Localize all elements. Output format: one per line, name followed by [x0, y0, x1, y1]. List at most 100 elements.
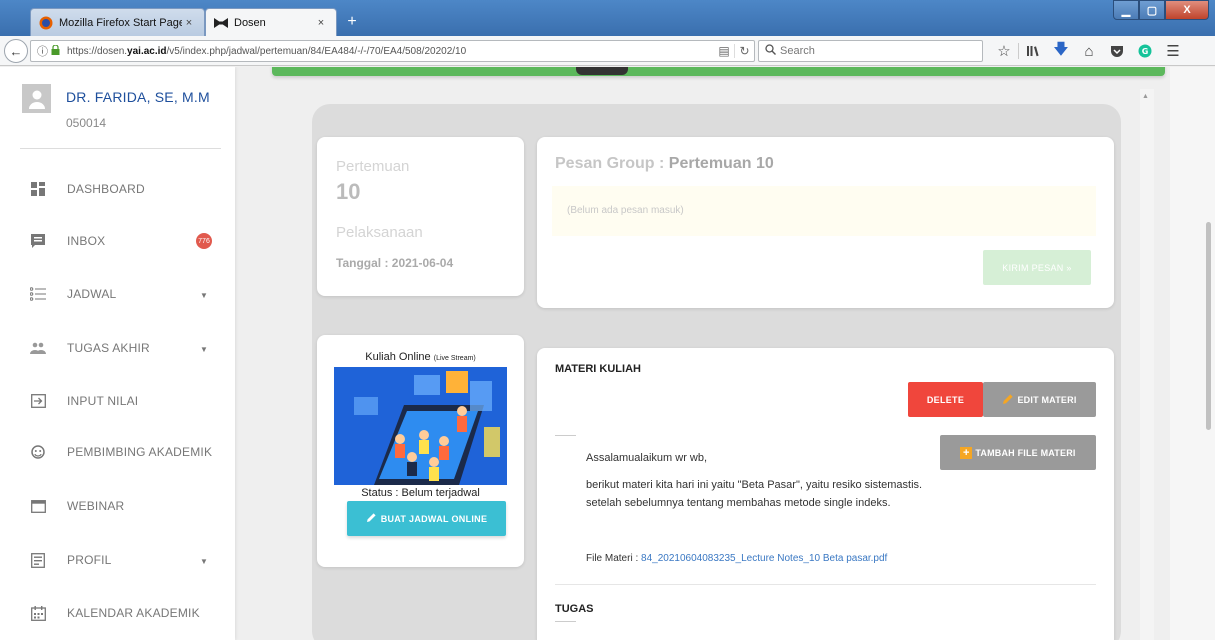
tab-title: Dosen [234, 16, 266, 29]
tab-close-icon[interactable]: × [182, 17, 196, 29]
divider [555, 435, 576, 436]
bowtie-icon [214, 16, 228, 30]
svg-text:G: G [1142, 47, 1149, 56]
browser-toolbar: ☆ 🡇 ⌂ G ☰ [990, 40, 1187, 62]
menu-icon[interactable]: ☰ [1159, 40, 1187, 62]
meeting-info-card: Pertemuan 10 Pelaksanaan Tanggal : 2021-… [317, 137, 524, 296]
tab-close-icon[interactable]: × [314, 17, 328, 29]
sidebar-item-label: DASHBOARD [67, 182, 145, 196]
course-material-card: MATERI KULIAH DELETE EDIT MATERI + TAMBA… [537, 348, 1114, 640]
inner-scrollbar[interactable]: ▲ [1140, 89, 1154, 640]
grammarly-icon[interactable]: G [1131, 40, 1159, 62]
sidebar-item-label: INPUT NILAI [67, 394, 139, 408]
plus-icon: + [960, 446, 973, 459]
meeting-label: Pertemuan [336, 158, 410, 175]
online-status: Status : Belum terjadwal [361, 487, 480, 499]
material-file: File Materi : 84_20210604083235_Lecture … [586, 553, 888, 564]
sidebar-item-label: JADWAL [67, 287, 117, 301]
sidebar-item-profil[interactable]: PROFIL ▼ [0, 542, 235, 578]
reader-view-icon[interactable]: ▤ [714, 44, 734, 58]
library-icon[interactable] [1019, 40, 1047, 62]
divider [555, 621, 576, 622]
sidebar-item-label: INBOX [67, 234, 106, 248]
firefox-icon [39, 16, 53, 30]
pocket-icon[interactable] [1103, 40, 1131, 62]
window-controls: ▁ ▢ X [1113, 0, 1209, 20]
lock-icon[interactable] [51, 43, 63, 58]
maximize-button[interactable]: ▢ [1139, 0, 1165, 20]
material-file-link[interactable]: 84_20210604083235_Lecture Notes_10 Beta … [641, 553, 887, 564]
execution-label: Pelaksanaan [336, 224, 423, 241]
online-title: Kuliah Online (Live Stream) [365, 351, 476, 363]
arrow-left-icon: ← [9, 43, 23, 59]
inbox-count-badge: 776 [196, 233, 212, 249]
sidebar-item-label: KALENDAR AKADEMIK [67, 606, 200, 620]
top-header-bar [272, 67, 1165, 76]
chevron-down-icon: ▼ [200, 557, 208, 566]
sidebar-item-label: TUGAS AKHIR [67, 341, 150, 355]
face-icon [30, 444, 46, 460]
meeting-date: Tanggal : 2021-06-04 [336, 256, 454, 270]
sidebar-item-dashboard[interactable]: DASHBOARD [0, 171, 235, 207]
calendar-icon [30, 605, 46, 621]
profile-icon [30, 552, 46, 568]
avatar [22, 84, 51, 113]
reload-icon[interactable]: ↻ [734, 44, 754, 58]
search-icon [765, 44, 776, 58]
sidebar-item-label: WEBINAR [67, 499, 125, 513]
chevron-down-icon: ▼ [200, 291, 208, 300]
star-icon[interactable]: ☆ [990, 40, 1018, 62]
add-material-file-button[interactable]: + TAMBAH FILE MATERI [940, 435, 1096, 470]
sidebar-item-tugas-akhir[interactable]: TUGAS AKHIR ▼ [0, 330, 235, 366]
tab-title: Mozilla Firefox Start Page [59, 16, 182, 29]
scroll-up-icon[interactable]: ▲ [1142, 93, 1149, 100]
edit-material-button[interactable]: EDIT MATERI [983, 382, 1096, 417]
webinar-icon [30, 498, 46, 514]
home-icon[interactable]: ⌂ [1075, 40, 1103, 62]
page: Pertemuan 10 Pelaksanaan Tanggal : 2021-… [0, 67, 1215, 640]
sidebar-item-input-nilai[interactable]: INPUT NILAI [0, 383, 235, 419]
online-class-illustration [334, 367, 507, 485]
url-text[interactable]: https://dosen.yai.ac.id/v5/index.php/jad… [67, 46, 714, 57]
sidebar-item-inbox[interactable]: INBOX 776 [0, 223, 235, 259]
group-message-card: Pesan Group : Pertemuan 10 (Belum ada pe… [537, 137, 1114, 308]
sidebar-item-label: PROFIL [67, 553, 112, 567]
minimize-button[interactable]: ▁ [1113, 0, 1139, 20]
tugas-title: TUGAS [555, 603, 594, 615]
create-online-schedule-button[interactable]: BUAT JADWAL ONLINE [347, 501, 506, 536]
material-body-line2: setelah sebelumnya tentang membahas meto… [586, 497, 891, 509]
pencil-icon [1002, 393, 1014, 407]
delete-material-button[interactable]: DELETE [908, 382, 983, 417]
pencil-icon [366, 512, 377, 525]
tab-firefox-start[interactable]: Mozilla Firefox Start Page × [30, 8, 205, 36]
list-icon [30, 286, 46, 302]
sidebar: DR. FARIDA, SE, M.M 050014 DASHBOARD INB… [0, 67, 235, 640]
search-placeholder: Search [780, 45, 815, 57]
page-scrollbar-thumb[interactable] [1206, 222, 1211, 430]
browser-navbar: ← ⓘ https://dosen.yai.ac.id/v5/index.php… [0, 36, 1215, 66]
user-id: 050014 [66, 116, 107, 130]
material-greeting: Assalamualaikum wr wb, [586, 452, 708, 464]
sidebar-item-label: PEMBIMBING AKADEMIK [67, 445, 213, 459]
info-icon[interactable]: ⓘ [37, 43, 51, 59]
send-message-button[interactable]: KIRIM PESAN » [983, 250, 1091, 285]
chevron-down-icon: ▼ [200, 345, 208, 354]
online-class-card: Kuliah Online (Live Stream) Status : Bel… [317, 335, 524, 567]
download-icon[interactable]: 🡇 [1047, 40, 1075, 62]
empty-message: (Belum ada pesan masuk) [567, 205, 684, 216]
inbox-icon [30, 233, 46, 249]
sidebar-divider [20, 148, 221, 149]
url-bar[interactable]: ⓘ https://dosen.yai.ac.id/v5/index.php/j… [30, 40, 755, 62]
close-window-button[interactable]: X [1165, 0, 1209, 20]
tab-dosen[interactable]: Dosen × [205, 8, 337, 36]
input-icon [30, 393, 46, 409]
sidebar-item-pembimbing-akademik[interactable]: PEMBIMBING AKADEMIK [0, 434, 235, 470]
search-bar[interactable]: Search [758, 40, 983, 62]
new-tab-button[interactable]: + [342, 12, 362, 32]
sidebar-item-jadwal[interactable]: JADWAL ▼ [0, 276, 235, 312]
back-button[interactable]: ← [4, 39, 28, 63]
sidebar-item-webinar[interactable]: WEBINAR [0, 488, 235, 524]
header-tab[interactable] [576, 67, 628, 75]
material-body-line1: berikut materi kita hari ini yaitu "Beta… [586, 479, 923, 491]
sidebar-item-kalendar-akademik[interactable]: KALENDAR AKADEMIK [0, 595, 235, 631]
